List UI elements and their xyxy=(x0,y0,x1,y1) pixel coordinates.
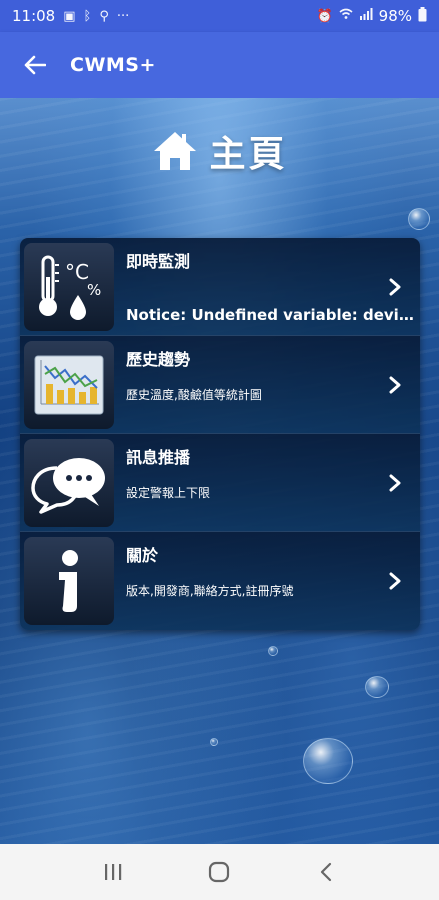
menu-item-realtime-monitoring[interactable]: °C % 即時監測 Notice: Undefined variable: de… xyxy=(20,238,420,336)
home-circle-icon xyxy=(209,861,230,883)
decorative-bubble xyxy=(365,676,389,698)
menu-item-subtitle: 歷史溫度,酸鹼值等統計圖 xyxy=(126,388,262,402)
decorative-bubble xyxy=(268,646,278,656)
decorative-bubble xyxy=(210,738,218,746)
page-title: 主頁 xyxy=(209,134,288,175)
thermometer-humidity-icon: °C % xyxy=(39,255,101,320)
menu-item-icon-tile xyxy=(24,537,114,625)
status-bar: 11:08 ▣ ᛒ ⚲ ··· ⏰ 98% xyxy=(0,0,439,32)
home-screen: 主頁 °C % 即時監測 Notice: Undefined variable:… xyxy=(0,98,439,844)
system-navigation-bar xyxy=(0,844,439,900)
menu-item-title: 訊息推播 xyxy=(126,448,191,467)
notification-app-icon: ▣ xyxy=(63,8,76,24)
menu-item-history-trend[interactable]: 歷史趨勢 歷史溫度,酸鹼值等統計圖 xyxy=(20,336,420,434)
menu-item-texts: 歷史趨勢 歷史溫度,酸鹼值等統計圖 xyxy=(126,336,420,433)
menu-item-subtitle: 版本,開發商,聯絡方式,註冊序號 xyxy=(126,584,294,598)
chevron-right-icon xyxy=(384,472,406,494)
chevron-right-icon xyxy=(384,276,406,298)
wifi-icon xyxy=(339,8,353,24)
notification-bluetooth-icon: ᛒ xyxy=(83,8,92,24)
bar-chart-icon xyxy=(34,355,104,414)
page-heading: 主頁 xyxy=(0,124,439,178)
menu-item-texts: 即時監測 Notice: Undefined variable: devi… xyxy=(126,238,420,335)
main-menu: °C % 即時監測 Notice: Undefined variable: de… xyxy=(20,238,420,630)
back-button[interactable] xyxy=(0,32,70,98)
menu-item-texts: 訊息推播 設定警報上下限 xyxy=(126,434,420,531)
notification-more: ··· xyxy=(116,8,130,24)
home-icon xyxy=(154,132,197,170)
chat-bubbles-icon xyxy=(31,457,105,514)
status-time: 11:08 xyxy=(12,7,56,25)
svg-text:°C: °C xyxy=(65,260,89,284)
menu-item-subtitle: 設定警報上下限 xyxy=(126,486,211,500)
chevron-right-icon xyxy=(384,374,406,396)
menu-item-icon-tile xyxy=(24,340,114,429)
app-title: CWMS+ xyxy=(70,54,156,76)
home-button[interactable] xyxy=(199,852,239,892)
battery-percent: 98% xyxy=(378,7,412,25)
svg-text:%: % xyxy=(87,281,101,299)
alarm-icon: ⏰ xyxy=(316,8,333,24)
menu-item-icon-tile xyxy=(24,438,114,527)
recent-apps-icon xyxy=(105,864,122,880)
signal-icon xyxy=(359,8,373,24)
battery-icon xyxy=(418,6,427,26)
menu-item-title: 歷史趨勢 xyxy=(126,350,191,369)
arrow-left-icon xyxy=(24,55,46,75)
app-bar: CWMS+ xyxy=(0,32,439,98)
recent-apps-button[interactable] xyxy=(93,852,133,892)
chevron-left-icon xyxy=(320,862,331,882)
menu-item-subtitle: Notice: Undefined variable: devi… xyxy=(126,306,414,324)
menu-item-title: 即時監測 xyxy=(126,252,191,271)
menu-item-push-notifications[interactable]: 訊息推播 設定警報上下限 xyxy=(20,434,420,532)
info-icon xyxy=(59,550,78,612)
notification-usb-icon: ⚲ xyxy=(99,8,109,24)
menu-item-texts: 關於 版本,開發商,聯絡方式,註冊序號 xyxy=(126,532,420,630)
menu-item-about[interactable]: 關於 版本,開發商,聯絡方式,註冊序號 xyxy=(20,532,420,630)
decorative-bubble xyxy=(303,738,353,784)
menu-item-title: 關於 xyxy=(126,546,159,565)
chevron-right-icon xyxy=(384,570,406,592)
decorative-bubble xyxy=(408,208,430,230)
menu-item-icon-tile: °C % xyxy=(24,242,114,331)
back-nav-button[interactable] xyxy=(306,852,346,892)
